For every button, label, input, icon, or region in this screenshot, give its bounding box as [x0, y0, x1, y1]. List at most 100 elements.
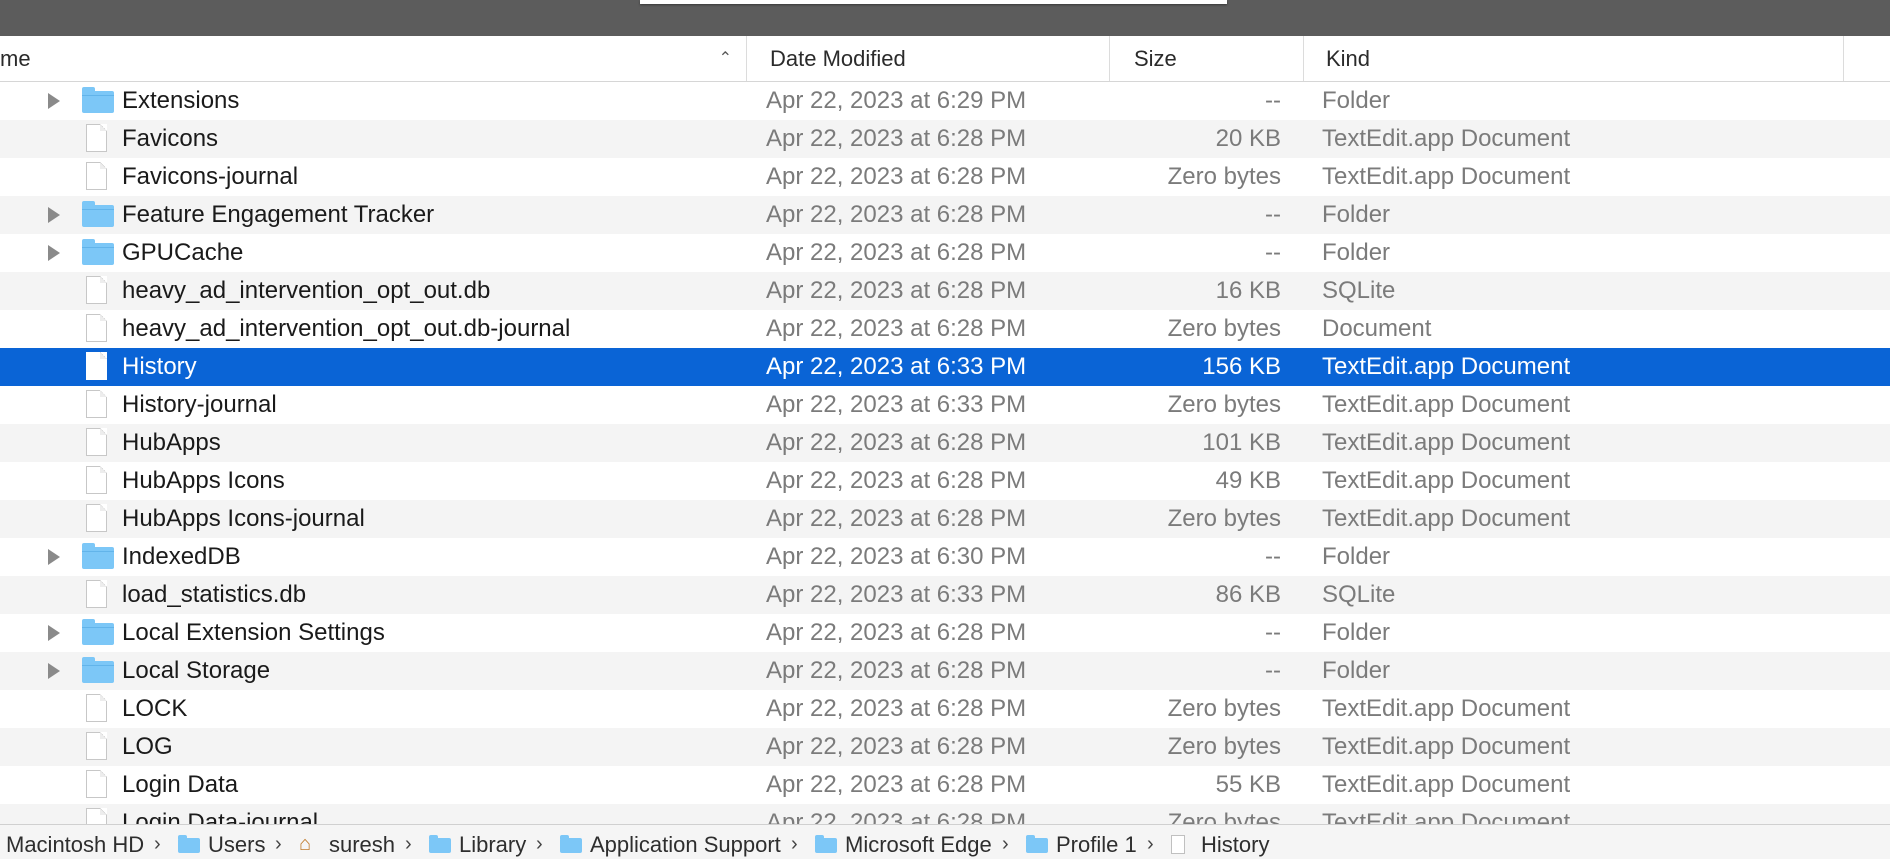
file-row-selected[interactable]: History Apr 22, 2023 at 6:33 PM 156 KB Text… — [0, 348, 1890, 386]
file-name: Favicons-journal — [122, 163, 299, 190]
document-icon — [82, 276, 114, 304]
file-kind: Folder — [1322, 201, 1391, 228]
document-icon — [82, 352, 114, 380]
folder-icon — [82, 239, 114, 265]
file-row[interactable]: load_statistics.db Apr 22, 2023 at 6:33 P… — [0, 576, 1890, 614]
date-modified: Apr 22, 2023 at 6:33 PM — [766, 581, 1027, 608]
disclosure-triangle-icon[interactable] — [46, 614, 62, 652]
chevron-right-icon: › — [275, 833, 282, 855]
document-icon — [82, 428, 114, 456]
file-size: Zero bytes — [1167, 315, 1281, 342]
date-modified: Apr 22, 2023 at 6:29 PM — [766, 87, 1027, 114]
file-name: History-journal — [122, 391, 277, 418]
file-row[interactable]: Favicons-journal Apr 22, 2023 at 6:28 PM Z… — [0, 158, 1890, 196]
file-row[interactable]: Local Storage Apr 22, 2023 at 6:28 PM -- Fo… — [0, 652, 1890, 690]
document-icon — [82, 808, 114, 824]
path-item-label: suresh — [329, 832, 396, 857]
sheet-edge — [640, 0, 1227, 4]
file-row[interactable]: LOG Apr 22, 2023 at 6:28 PM Zero bytes Text… — [0, 728, 1890, 766]
file-kind: TextEdit.app Document — [1322, 771, 1571, 798]
file-kind: TextEdit.app Document — [1322, 733, 1571, 760]
file-kind: Folder — [1322, 619, 1391, 646]
file-size: -- — [1265, 87, 1281, 114]
date-modified: Apr 22, 2023 at 6:33 PM — [766, 353, 1027, 380]
file-row[interactable]: IndexedDB Apr 22, 2023 at 6:30 PM -- Folder — [0, 538, 1890, 576]
file-name: GPUCache — [122, 239, 244, 266]
file-row[interactable]: LOCK Apr 22, 2023 at 6:28 PM Zero bytes Tex… — [0, 690, 1890, 728]
folder-icon — [560, 835, 582, 853]
file-row[interactable]: Login Data-journal Apr 22, 2023 at 6:28 P… — [0, 804, 1890, 824]
column-header-size[interactable]: Size — [1109, 36, 1303, 81]
file-size: 20 KB — [1215, 125, 1281, 152]
file-row[interactable]: HubApps Icons-journal Apr 22, 2023 at 6:2… — [0, 500, 1890, 538]
chevron-right-icon: › — [1002, 833, 1009, 855]
disclosure-triangle-icon[interactable] — [46, 234, 62, 272]
home-icon: ⌂ — [299, 833, 312, 855]
document-icon — [82, 124, 114, 152]
date-modified: Apr 22, 2023 at 6:28 PM — [766, 695, 1027, 722]
file-size: 101 KB — [1202, 429, 1281, 456]
column-header-name[interactable]: me ⌃ — [0, 36, 746, 81]
file-kind: Folder — [1322, 543, 1391, 570]
file-row[interactable]: Login Data Apr 22, 2023 at 6:28 PM 55 KB Te… — [0, 766, 1890, 804]
document-icon — [82, 390, 114, 418]
file-kind: Folder — [1322, 87, 1391, 114]
file-size: -- — [1265, 543, 1281, 570]
file-size: Zero bytes — [1167, 163, 1281, 190]
path-item-label: Users — [208, 832, 266, 857]
column-header-date-modified[interactable]: Date Modified — [746, 36, 1109, 81]
chevron-right-icon: › — [154, 833, 161, 855]
column-header-kind-label: Kind — [1326, 46, 1371, 71]
disclosure-triangle-icon[interactable] — [46, 538, 62, 576]
file-row[interactable]: Extensions Apr 22, 2023 at 6:29 PM -- Folde… — [0, 82, 1890, 120]
file-row[interactable]: Feature Engagement Tracker Apr 22, 2023 a… — [0, 196, 1890, 234]
file-kind: SQLite — [1322, 581, 1396, 608]
path-bar: Macintosh HD › Users › ⌂ suresh › Library › Appli… — [0, 824, 1890, 859]
file-name: Favicons — [122, 125, 219, 152]
chevron-right-icon: › — [536, 833, 543, 855]
path-item-label: Application Support — [590, 832, 781, 857]
document-icon — [82, 694, 114, 722]
column-header-kind[interactable]: Kind — [1303, 36, 1843, 81]
file-name: History — [122, 353, 197, 380]
file-row[interactable]: HubApps Icons Apr 22, 2023 at 6:28 PM 49 K… — [0, 462, 1890, 500]
disclosure-triangle-icon[interactable] — [46, 652, 62, 690]
date-modified: Apr 22, 2023 at 6:28 PM — [766, 771, 1027, 798]
disclosure-triangle-icon[interactable] — [46, 196, 62, 234]
folder-icon — [1026, 835, 1048, 853]
file-name: IndexedDB — [122, 543, 241, 570]
document-icon — [1171, 835, 1185, 854]
file-kind: Folder — [1322, 657, 1391, 684]
date-modified: Apr 22, 2023 at 6:28 PM — [766, 201, 1027, 228]
file-row[interactable]: Local Extension Settings Apr 22, 2023 at … — [0, 614, 1890, 652]
file-kind: Document — [1322, 315, 1432, 342]
file-row[interactable]: History-journal Apr 22, 2023 at 6:33 PM Ze… — [0, 386, 1890, 424]
path-item-label: Profile 1 — [1056, 832, 1137, 857]
file-kind: TextEdit.app Document — [1322, 505, 1571, 532]
file-size: Zero bytes — [1167, 733, 1281, 760]
file-row[interactable]: HubApps Apr 22, 2023 at 6:28 PM 101 KB Text… — [0, 424, 1890, 462]
chevron-right-icon: › — [791, 833, 798, 855]
path-item-label: Macintosh HD — [6, 832, 145, 857]
file-name: HubApps Icons-journal — [122, 505, 365, 532]
file-name: heavy_ad_intervention_opt_out.db-journal — [122, 315, 571, 342]
date-modified: Apr 22, 2023 at 6:28 PM — [766, 733, 1027, 760]
date-modified: Apr 22, 2023 at 6:28 PM — [766, 429, 1027, 456]
date-modified: Apr 22, 2023 at 6:30 PM — [766, 543, 1027, 570]
file-name: Login Data-journal — [122, 809, 319, 824]
file-row[interactable]: heavy_ad_intervention_opt_out.db Apr 22, … — [0, 272, 1890, 310]
disclosure-triangle-icon[interactable] — [46, 82, 62, 120]
date-modified: Apr 22, 2023 at 6:28 PM — [766, 619, 1027, 646]
document-icon — [82, 732, 114, 760]
file-name: heavy_ad_intervention_opt_out.db — [122, 277, 491, 304]
column-header-date-label: Date Modified — [770, 46, 906, 71]
path-item-label: Microsoft Edge — [845, 832, 992, 857]
file-row[interactable]: GPUCache Apr 22, 2023 at 6:28 PM -- Folder — [0, 234, 1890, 272]
file-name: LOCK — [122, 695, 188, 722]
file-row[interactable]: heavy_ad_intervention_opt_out.db-journal… — [0, 310, 1890, 348]
chevron-right-icon: › — [405, 833, 412, 855]
file-row[interactable]: Favicons Apr 22, 2023 at 6:28 PM 20 KB Text… — [0, 120, 1890, 158]
column-header-name-label: me — [0, 46, 31, 71]
file-kind: TextEdit.app Document — [1322, 353, 1571, 380]
folder-icon — [178, 835, 200, 853]
